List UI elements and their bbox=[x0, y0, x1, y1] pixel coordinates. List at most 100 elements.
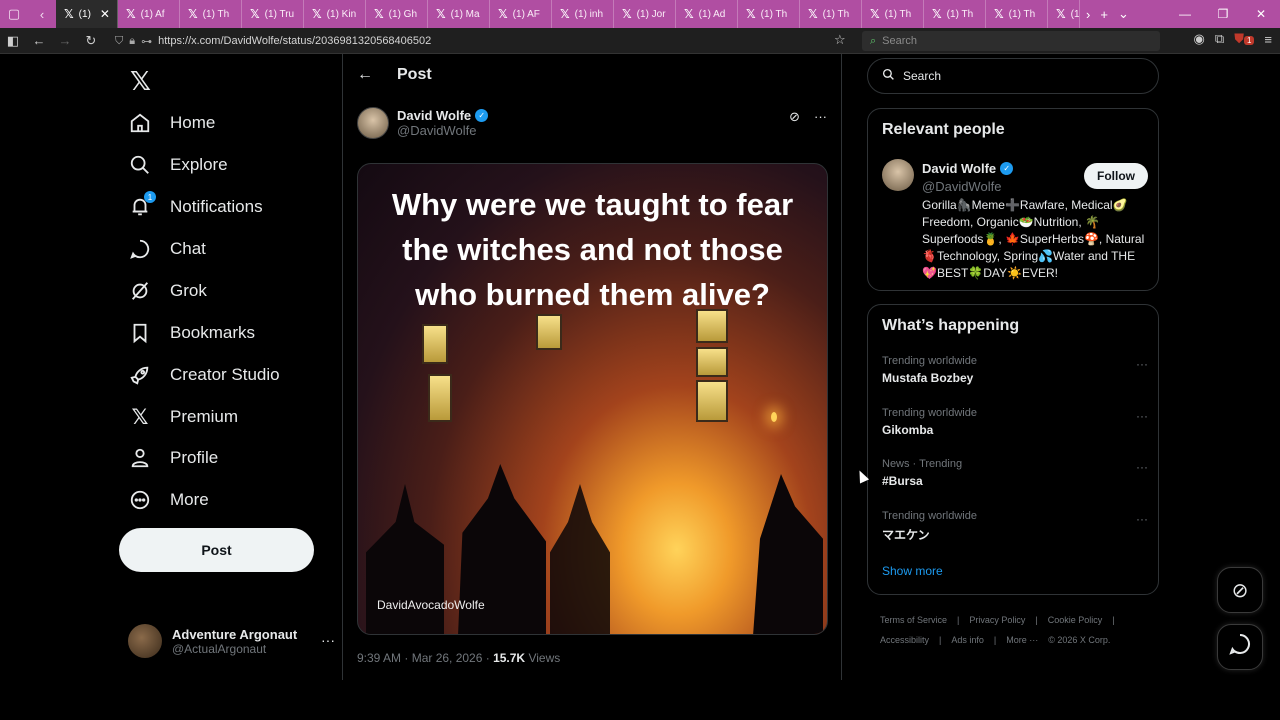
browser-tab[interactable]: 𝕏 (1 bbox=[1048, 0, 1080, 28]
post-button[interactable]: Post bbox=[119, 528, 314, 572]
sidebar-item-notifications[interactable]: 1 Notifications bbox=[128, 189, 263, 225]
grok-fab-button[interactable]: ⊘ bbox=[1217, 567, 1263, 613]
trend-item[interactable]: News · Trending #Bursa ··· bbox=[882, 458, 1148, 488]
tab-scroll-right-icon[interactable]: › bbox=[1086, 7, 1090, 22]
bookmark-star-icon[interactable]: ☆ bbox=[834, 32, 846, 48]
footer-link-terms[interactable]: Terms of Service bbox=[880, 615, 947, 625]
whats-happening-card: What’s happening Trending worldwide Must… bbox=[867, 304, 1159, 595]
tab-close-icon[interactable]: ✕ bbox=[100, 7, 110, 21]
more-dots-icon[interactable]: ··· bbox=[1136, 460, 1148, 474]
footer-link-more[interactable]: More ··· bbox=[1006, 635, 1038, 645]
show-more-link[interactable]: Show more bbox=[882, 564, 943, 578]
follow-button[interactable]: Follow bbox=[1084, 163, 1148, 189]
post-image[interactable]: Why were we taught to fear the witches a… bbox=[357, 163, 828, 635]
browser-tab[interactable]: 𝕏 (1) Jor bbox=[614, 0, 676, 28]
trend-context: Trending worldwide bbox=[882, 355, 977, 367]
footer-link-privacy[interactable]: Privacy Policy bbox=[969, 615, 1025, 625]
account-icon[interactable]: ◉ bbox=[1194, 31, 1205, 47]
minimize-icon[interactable]: — bbox=[1166, 0, 1204, 28]
post-header: ← Post bbox=[357, 66, 432, 84]
sidebar-item-label: Home bbox=[170, 113, 216, 132]
sidebar-item-creator-studio[interactable]: Creator Studio bbox=[128, 357, 280, 393]
tab-title: (1) Af bbox=[140, 8, 165, 20]
more-dots-icon[interactable]: ··· bbox=[1136, 409, 1148, 423]
search-placeholder: Search bbox=[882, 35, 918, 47]
more-dots-icon[interactable]: ··· bbox=[321, 632, 335, 648]
extensions-icon[interactable]: ⧉ bbox=[1215, 31, 1224, 47]
browser-tab[interactable]: 𝕏 (1) Th bbox=[986, 0, 1048, 28]
footer-separator: | bbox=[957, 615, 960, 625]
tab-scroll-left-icon[interactable]: ‹ bbox=[28, 0, 56, 28]
person-bio: Gorilla🦍Meme➕Rawfare, Medical🥑Freedom, O… bbox=[922, 198, 1145, 280]
close-window-icon[interactable]: ✕ bbox=[1242, 0, 1280, 28]
more-dots-icon[interactable]: ··· bbox=[814, 109, 827, 125]
author-handle[interactable]: @DavidWolfe bbox=[397, 123, 488, 138]
browser-tab[interactable]: 𝕏 (1) Th bbox=[180, 0, 242, 28]
sidebar-item-profile[interactable]: Profile bbox=[128, 440, 218, 476]
ublock-icon[interactable]: ⛊ 1 bbox=[1234, 31, 1255, 47]
address-bar[interactable]: ⛉ 🔒︎ ⊶ https://x.com/DavidWolfe/status/2… bbox=[115, 31, 855, 51]
footer-separator: | bbox=[993, 635, 997, 645]
trend-item[interactable]: Trending worldwide Mustafa Bozbey ··· bbox=[882, 355, 1148, 385]
more-dots-icon[interactable]: ··· bbox=[1136, 512, 1148, 526]
browser-tab[interactable]: 𝕏 (1) Th bbox=[800, 0, 862, 28]
tab-title: (1) Ma bbox=[450, 8, 480, 20]
sidebar-item-premium[interactable]: 𝕏 Premium bbox=[128, 399, 238, 435]
reload-icon[interactable]: ↻ bbox=[78, 28, 104, 54]
sidebar-item-explore[interactable]: Explore bbox=[128, 147, 228, 183]
trend-context: Trending worldwide bbox=[882, 510, 977, 522]
trend-item[interactable]: Trending worldwide マエケン ··· bbox=[882, 510, 1148, 543]
browser-tab-active[interactable]: 𝕏 (1) ✕ bbox=[56, 0, 118, 28]
grok-icon[interactable]: ⊘ bbox=[789, 109, 800, 125]
sidebar-item-more[interactable]: More bbox=[128, 482, 209, 518]
trend-item[interactable]: Trending worldwide Gikomba ··· bbox=[882, 407, 1148, 437]
restore-icon[interactable]: ❐ bbox=[1204, 0, 1242, 28]
browser-tab[interactable]: 𝕏 (1) Th bbox=[738, 0, 800, 28]
trend-title: Mustafa Bozbey bbox=[882, 371, 974, 385]
sidebar-item-home[interactable]: Home bbox=[128, 105, 215, 141]
search-placeholder: Search bbox=[903, 69, 942, 83]
browser-tab[interactable]: 𝕏 (1) AF bbox=[490, 0, 552, 28]
browser-tab[interactable]: 𝕏 (1) Th bbox=[924, 0, 986, 28]
sidebar-item-bookmarks[interactable]: Bookmarks bbox=[128, 315, 255, 351]
browser-tab[interactable]: 𝕏 (1) Tru bbox=[242, 0, 304, 28]
menu-icon[interactable]: ≡ bbox=[1264, 32, 1272, 47]
tab-list-icon[interactable]: ⌄ bbox=[1118, 6, 1129, 22]
person-handle[interactable]: @DavidWolfe bbox=[922, 179, 1001, 194]
more-dots-icon[interactable]: ··· bbox=[1136, 357, 1148, 371]
post-timestamp[interactable]: 9:39 AM · Mar 26, 2026 · bbox=[357, 651, 493, 665]
tab-overview-icon[interactable]: ▢ bbox=[0, 0, 28, 28]
sidebar-item-label: More bbox=[170, 490, 209, 509]
author-name[interactable]: David Wolfe bbox=[397, 108, 471, 123]
chat-fab-button[interactable] bbox=[1217, 624, 1263, 670]
avatar[interactable] bbox=[882, 159, 914, 191]
back-icon[interactable]: ← bbox=[26, 28, 52, 54]
footer-link-cookies[interactable]: Cookie Policy bbox=[1048, 615, 1103, 625]
x-favicon-icon: 𝕏 bbox=[498, 7, 508, 21]
sidebar-toggle-icon[interactable]: ◧ bbox=[0, 28, 26, 54]
account-switcher[interactable]: Adventure Argonaut @ActualArgonaut ··· bbox=[128, 624, 335, 658]
forward-icon[interactable]: → bbox=[52, 28, 78, 54]
verified-badge-icon: ✓ bbox=[1000, 162, 1014, 175]
browser-tab[interactable]: 𝕏 (1) Th bbox=[862, 0, 924, 28]
browser-tab[interactable]: 𝕏 (1) Kin bbox=[304, 0, 366, 28]
browser-tab[interactable]: 𝕏 (1) Af bbox=[118, 0, 180, 28]
footer-link-ads-info[interactable]: Ads info bbox=[951, 635, 984, 645]
person-name[interactable]: David Wolfe bbox=[922, 161, 996, 176]
browser-tab[interactable]: 𝕏 (1) Ma bbox=[428, 0, 490, 28]
search-icon bbox=[882, 68, 895, 84]
sidebar-item-grok[interactable]: Grok bbox=[128, 273, 207, 309]
browser-tab[interactable]: 𝕏 (1) Gh bbox=[366, 0, 428, 28]
grok-icon bbox=[128, 279, 152, 303]
back-arrow-icon[interactable]: ← bbox=[357, 66, 373, 84]
sidebar-item-chat[interactable]: Chat bbox=[128, 231, 206, 267]
footer-link-accessibility[interactable]: Accessibility bbox=[880, 635, 929, 645]
browser-tab[interactable]: 𝕏 (1) Ad bbox=[676, 0, 738, 28]
avatar[interactable] bbox=[357, 107, 389, 139]
new-tab-icon[interactable]: + bbox=[1100, 7, 1108, 22]
search-input[interactable]: Search bbox=[867, 58, 1159, 94]
post-author[interactable]: David Wolfe ✓ @DavidWolfe bbox=[357, 107, 489, 139]
x-logo-icon[interactable]: 𝕏 bbox=[130, 66, 151, 97]
browser-tab[interactable]: 𝕏 (1) inh bbox=[552, 0, 614, 28]
browser-search-field[interactable]: ⌕ Search bbox=[862, 31, 1160, 51]
